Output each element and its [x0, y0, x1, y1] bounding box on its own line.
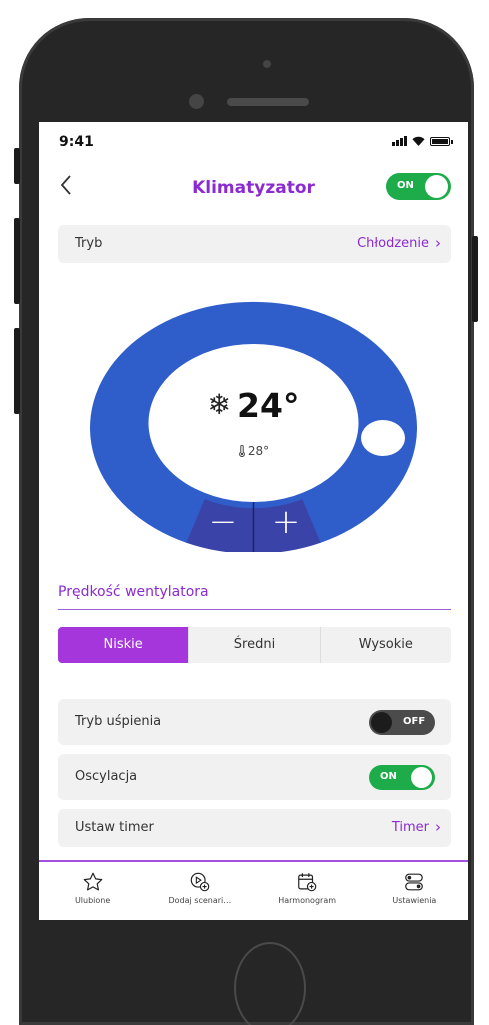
- decrease-temp-button[interactable]: −: [205, 504, 241, 540]
- tab-label: Ustawienia: [392, 896, 437, 905]
- tab-settings[interactable]: Ustawienia: [361, 864, 468, 920]
- status-icons: [392, 136, 453, 146]
- fan-speed-high[interactable]: Wysokie: [321, 627, 451, 663]
- mode-row[interactable]: Tryb Chłodzenie ›: [58, 225, 451, 263]
- sleep-toggle-label: OFF: [403, 716, 426, 727]
- timer-value: Timer: [391, 820, 429, 835]
- oscillation-label: Oscylacja: [75, 769, 138, 784]
- star-icon: [83, 872, 102, 891]
- tab-favorites[interactable]: Ulubione: [39, 864, 146, 920]
- proximity-sensor: [189, 94, 204, 109]
- oscillation-toggle-label: ON: [380, 771, 397, 782]
- current-temperature-value: 28°: [247, 444, 270, 458]
- fan-speed-title: Prędkość wentylatora: [58, 584, 209, 600]
- mute-switch: [14, 148, 20, 184]
- temperature-dial[interactable]: [90, 300, 417, 552]
- current-temperature: 28°: [39, 444, 468, 458]
- mode-label: Tryb: [75, 236, 103, 251]
- tabbar-divider: [39, 860, 468, 862]
- target-temperature: ❄ 24°: [39, 386, 468, 425]
- timer-row[interactable]: Ustaw timer Timer ›: [58, 809, 451, 847]
- power-toggle-label: ON: [397, 180, 414, 191]
- tab-schedule[interactable]: Harmonogram: [254, 864, 361, 920]
- volume-up-button: [14, 218, 20, 304]
- signal-icon: [392, 136, 407, 146]
- battery-icon: [430, 137, 453, 146]
- sleep-mode-row: Tryb uśpienia OFF: [58, 699, 451, 745]
- toggle-knob: [411, 767, 432, 788]
- tab-label: Ulubione: [74, 896, 111, 905]
- tab-add-scene[interactable]: Dodaj scenari…: [146, 864, 253, 920]
- target-temperature-value: 24°: [237, 386, 300, 425]
- wifi-icon: [412, 136, 425, 146]
- toggle-knob: [425, 175, 448, 198]
- fan-speed-medium[interactable]: Średni: [189, 627, 321, 663]
- oscillation-toggle[interactable]: ON: [369, 765, 435, 790]
- calendar-add-icon: [298, 873, 317, 892]
- volume-down-button: [14, 328, 20, 414]
- toggles-icon: [405, 873, 424, 891]
- power-button: [472, 236, 478, 322]
- status-time: 9:41: [59, 134, 94, 150]
- timer-label: Ustaw timer: [75, 820, 154, 835]
- tab-label: Dodaj scenari…: [168, 896, 232, 905]
- oscillation-row: Oscylacja ON: [58, 754, 451, 800]
- sleep-mode-toggle[interactable]: OFF: [369, 710, 435, 735]
- section-divider: [58, 609, 451, 610]
- tab-label: Harmonogram: [278, 896, 337, 905]
- earpiece-speaker: [227, 98, 309, 106]
- front-camera: [263, 60, 271, 68]
- bottom-tabbar: Ulubione Dodaj scenari… Harmonogram Usta…: [39, 864, 468, 920]
- app-screen: 9:41 Klimatyzator ON Tryb Chłodzenie › ❄…: [39, 122, 468, 920]
- snowflake-icon: ❄: [207, 388, 232, 421]
- chevron-right-icon: ›: [435, 234, 441, 252]
- chevron-right-icon: ›: [435, 818, 441, 836]
- mode-value: Chłodzenie: [357, 236, 429, 251]
- increase-temp-button[interactable]: +: [268, 504, 304, 540]
- fan-speed-low[interactable]: Niskie: [58, 627, 190, 663]
- power-toggle[interactable]: ON: [386, 173, 451, 200]
- home-button: [234, 942, 306, 1025]
- sleep-mode-label: Tryb uśpienia: [75, 714, 162, 729]
- toggle-knob: [371, 712, 392, 733]
- fan-speed-selector: Niskie Średni Wysokie: [58, 627, 451, 663]
- add-scene-icon: [190, 872, 210, 892]
- thermometer-icon: [238, 444, 245, 458]
